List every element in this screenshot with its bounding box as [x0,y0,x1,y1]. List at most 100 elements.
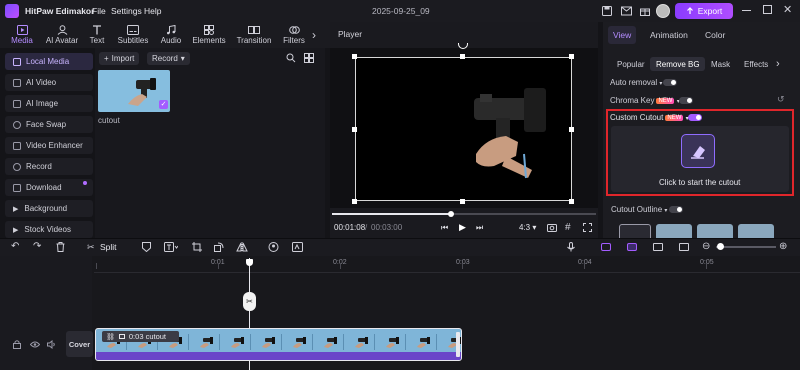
mail-icon[interactable] [621,6,632,16]
subtab-effects[interactable]: Effects [744,60,768,69]
track-height-icon[interactable] [679,243,689,251]
playhead-handle[interactable] [246,259,253,266]
tab-ai-avatar[interactable]: AI Avatar [42,22,82,48]
resize-handle-top-right[interactable] [569,54,574,59]
delete-icon[interactable] [56,242,65,252]
fullscreen-icon[interactable] [583,223,592,232]
zoom-in-icon[interactable]: ⊕ [779,241,787,252]
outline-preset-1[interactable] [656,224,692,238]
zoom-out-icon[interactable]: ⊖ [702,241,710,252]
ai-tools-icon[interactable] [292,242,303,252]
fit-timeline-icon[interactable] [653,243,663,251]
snapshot-icon[interactable] [547,223,557,232]
sidebar-item-ai-image[interactable]: AI Image [5,95,93,112]
search-icon[interactable] [286,53,296,63]
playback-scrubber[interactable] [447,211,454,217]
ruler-tick [218,263,219,269]
sidebar-item-ai-video[interactable]: AI Video [5,74,93,91]
outline-preset-none[interactable] [619,224,651,238]
tab-transition[interactable]: Transition [234,22,274,48]
auto-removal-toggle[interactable] [663,79,677,86]
tab-media[interactable]: Media [6,22,38,48]
record-button[interactable]: Record ▾ [147,52,190,65]
resize-handle-top[interactable] [460,54,465,59]
menu-help[interactable]: Help [144,6,161,16]
minimize-icon[interactable] [742,10,751,11]
tab-view[interactable]: View [613,30,631,40]
step-back-icon[interactable]: ⏮ [441,223,448,233]
grid-guide-icon[interactable]: # [565,222,571,233]
menu-file[interactable]: File [92,6,106,16]
microphone-icon[interactable] [567,242,575,252]
scissors-icon[interactable]: ✂ [243,292,256,311]
cover-button[interactable]: Cover [66,331,93,357]
tab-color[interactable]: Color [705,30,725,40]
play-icon[interactable]: ▶ [459,222,466,233]
playback-progress-track[interactable] [332,213,596,215]
tab-text[interactable]: Text [86,22,108,48]
subtab-remove-bg[interactable]: Remove BG [656,60,700,69]
track-mute-icon[interactable] [47,340,56,349]
resize-handle-bottom-right[interactable] [569,199,574,204]
redo-icon[interactable]: ↷ [33,241,41,252]
sidebar-item-video-enhancer[interactable]: Video Enhancer [5,137,93,154]
media-thumbnail[interactable]: ✓ [98,70,170,112]
export-button[interactable]: Export [675,3,733,19]
split-button[interactable]: Split [100,242,117,252]
track-eye-icon[interactable] [30,341,40,348]
grid-view-icon[interactable] [304,53,314,63]
crop-icon[interactable] [192,242,202,252]
tab-subtitles[interactable]: Subtitles [113,22,153,48]
snap-icon[interactable] [601,243,611,251]
subtab-mask[interactable]: Mask [711,60,730,69]
sidebar-item-local-media[interactable]: Local Media [5,53,93,70]
face-detect-icon[interactable] [268,242,279,252]
zoom-slider[interactable] [716,246,776,248]
chevron-right-icon[interactable]: › [776,58,780,70]
reset-icon[interactable]: ↺ [777,94,785,105]
menu-settings[interactable]: Settings [111,6,142,16]
sidebar-item-record[interactable]: Record [5,158,93,175]
custom-cutout-toggle[interactable] [688,114,702,121]
sidebar-item-download[interactable]: Download [5,179,93,196]
clip-trim-handle[interactable] [456,332,460,357]
resize-handle-top-left[interactable] [352,54,357,59]
cutout-outline-toggle[interactable] [669,206,683,213]
sidebar-item-face-swap[interactable]: Face Swap [5,116,93,133]
tab-audio[interactable]: Audio [156,22,186,48]
maximize-icon[interactable] [763,5,772,14]
sidebar-item-background[interactable]: ▶ Background [5,200,93,217]
marker-icon[interactable] [142,242,151,252]
resize-handle-bottom[interactable] [460,199,465,204]
text-tool-icon[interactable] [164,242,178,252]
rotate-icon[interactable] [214,242,224,252]
save-icon[interactable] [602,6,612,16]
close-icon[interactable]: ✕ [783,3,792,16]
subtab-popular[interactable]: Popular [617,60,645,69]
link-icon[interactable] [627,243,637,251]
zoom-slider-knob[interactable] [717,243,724,250]
import-button[interactable]: + Import [99,52,140,65]
tab-elements[interactable]: Elements [190,22,228,48]
flip-icon[interactable] [236,242,248,252]
tab-animation[interactable]: Animation [650,30,688,40]
eraser-icon[interactable] [681,134,715,168]
avatar[interactable] [656,4,670,18]
resize-handle-bottom-left[interactable] [352,199,357,204]
sidebar-item-stock-videos[interactable]: ▶ Stock Videos [5,221,93,238]
outline-preset-3[interactable] [738,224,774,238]
player-title: Player [338,29,363,39]
aspect-ratio-select[interactable]: 4:3 ▾ [519,223,536,232]
chevron-right-icon[interactable]: › [312,28,316,42]
video-canvas[interactable] [355,57,572,201]
step-forward-icon[interactable]: ⏭ [476,223,483,233]
undo-icon[interactable]: ↶ [11,241,19,252]
resize-handle-left[interactable] [352,127,357,132]
outline-preset-2[interactable] [697,224,733,238]
gift-icon[interactable] [640,6,650,16]
resize-handle-right[interactable] [569,127,574,132]
track-lock-icon[interactable] [13,340,21,349]
split-icon[interactable]: ✂ [87,242,95,253]
tab-filters[interactable]: Filters [280,22,308,48]
chroma-key-toggle[interactable] [679,97,693,104]
